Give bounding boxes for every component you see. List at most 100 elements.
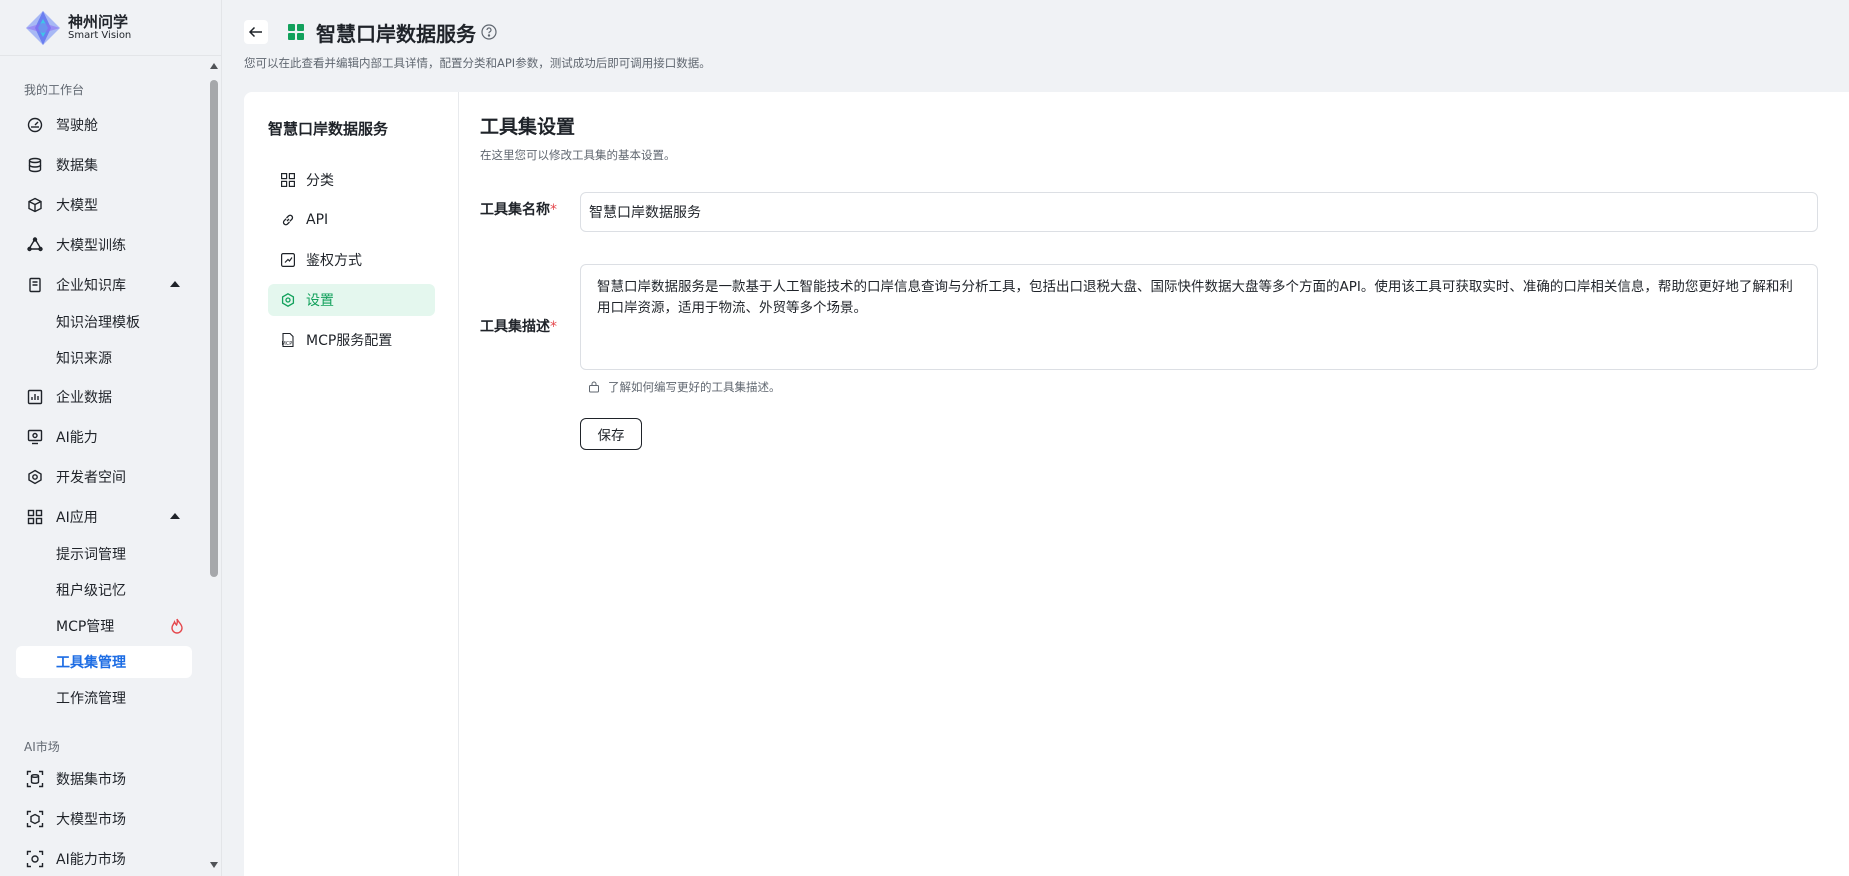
sidebar-item-toolset-management[interactable]: 工具集管理 xyxy=(16,646,192,678)
save-button[interactable]: 保存 xyxy=(580,418,642,450)
toolset-menu: 智慧口岸数据服务 分类 API 鉴权方式 设置 MCP MCP服务配置 xyxy=(244,92,459,876)
sidebar-item-dataset-market[interactable]: 数据集市场 xyxy=(16,763,192,795)
sidebar-item-label: 企业知识库 xyxy=(56,278,126,294)
sidebar-item-label: AI能力 xyxy=(56,430,98,446)
sidebar-item-model-training[interactable]: 大模型训练 xyxy=(16,229,192,261)
brand-subtitle: Smart Vision xyxy=(68,30,132,42)
section-label-market: AI市场 xyxy=(24,740,60,754)
sidebar-item-model-market[interactable]: 大模型市场 xyxy=(16,803,192,835)
sidebar-nav: 我的工作台 驾驶舱 数据集 大模型 大模型训练 企业知识库 知识治理模板 知识来… xyxy=(0,57,206,876)
section-label-workspace: 我的工作台 xyxy=(24,83,85,97)
required-mark: * xyxy=(550,202,557,218)
sidebar-item-label: 提示词管理 xyxy=(56,547,126,563)
fire-icon xyxy=(170,618,184,638)
help-icon[interactable] xyxy=(481,24,497,40)
sidebar-item-tenant-memory[interactable]: 租户级记忆 xyxy=(16,574,192,606)
sidebar-item-label: 数据集市场 xyxy=(56,772,126,788)
ability-market-icon xyxy=(26,850,44,868)
scroll-down-arrow-icon[interactable] xyxy=(210,862,218,868)
lightbulb-icon xyxy=(588,381,600,393)
dataset-market-icon xyxy=(26,770,44,788)
page-title: 智慧口岸数据服务 xyxy=(316,22,476,46)
ai-ability-icon xyxy=(26,428,44,446)
sidebar-item-label: 大模型训练 xyxy=(56,238,126,254)
sidebar-item-label: 大模型市场 xyxy=(56,812,126,828)
sidebar-item-datasets[interactable]: 数据集 xyxy=(16,149,192,181)
sidebar-item-mcp-management[interactable]: MCP管理 xyxy=(16,610,192,642)
tab-api[interactable]: API xyxy=(268,204,435,236)
sidebar-item-ai-ability[interactable]: AI能力 xyxy=(16,421,192,453)
tab-label: 鉴权方式 xyxy=(306,253,362,269)
sidebar-item-label: 开发者空间 xyxy=(56,470,126,486)
sidebar-item-dashboard[interactable]: 驾驶舱 xyxy=(16,109,192,141)
svg-text:MCP: MCP xyxy=(282,341,293,347)
sidebar-item-label: 租户级记忆 xyxy=(56,583,126,599)
brand-title: 神州问学 xyxy=(68,12,129,31)
description-hint-link[interactable]: 了解如何编写更好的工具集描述。 xyxy=(588,379,781,395)
model-market-icon xyxy=(26,810,44,828)
back-button[interactable] xyxy=(244,20,268,44)
knowledge-icon xyxy=(26,276,44,294)
settings-subtitle: 在这里您可以修改工具集的基本设置。 xyxy=(480,148,676,162)
toolset-grid-icon xyxy=(288,24,304,40)
sidebar-item-ability-market[interactable]: AI能力市场 xyxy=(16,843,192,875)
description-label: 工具集描述* xyxy=(480,319,557,335)
training-icon xyxy=(26,236,44,254)
page-subtitle: 您可以在此查看并编辑内部工具详情，配置分类和API参数，测试成功后即可调用接口数… xyxy=(244,56,711,70)
sidebar-item-label: 大模型 xyxy=(56,198,98,214)
tab-settings[interactable]: 设置 xyxy=(268,284,435,316)
tab-label: 设置 xyxy=(306,293,334,309)
sidebar-item-label: 知识治理模板 xyxy=(56,315,140,331)
sidebar-item-enterprise-data[interactable]: 企业数据 xyxy=(16,381,192,413)
arrow-left-icon xyxy=(248,26,262,38)
auth-icon xyxy=(280,252,296,268)
sidebar-item-label: AI能力市场 xyxy=(56,852,126,868)
sidebar-item-label: 数据集 xyxy=(56,158,98,174)
sidebar-item-knowledge-base[interactable]: 企业知识库 xyxy=(16,269,192,301)
name-label: 工具集名称* xyxy=(480,202,557,218)
sidebar-item-workflow-management[interactable]: 工作流管理 xyxy=(16,682,192,714)
logo-icon xyxy=(24,9,62,47)
sidebar-item-models[interactable]: 大模型 xyxy=(16,189,192,221)
sidebar-scrollbar[interactable] xyxy=(206,57,221,876)
chart-icon xyxy=(26,388,44,406)
apps-grid-icon xyxy=(26,508,44,526)
tab-label: 分类 xyxy=(306,173,334,189)
sidebar-item-label: 企业数据 xyxy=(56,390,112,406)
sidebar: 神州问学 Smart Vision 我的工作台 驾驶舱 数据集 大模型 大模型训… xyxy=(0,0,222,876)
hint-text: 了解如何编写更好的工具集描述。 xyxy=(608,380,781,394)
chevron-up-icon[interactable] xyxy=(170,513,180,519)
sidebar-item-knowledge-template[interactable]: 知识治理模板 xyxy=(16,306,192,338)
brand-logo[interactable]: 神州问学 Smart Vision xyxy=(0,0,221,56)
toolset-name-input[interactable]: 智慧口岸数据服务 xyxy=(580,192,1818,232)
sidebar-item-knowledge-source[interactable]: 知识来源 xyxy=(16,342,192,374)
settings-icon xyxy=(280,292,296,308)
tab-label: API xyxy=(306,212,329,228)
settings-title: 工具集设置 xyxy=(480,116,576,138)
tab-auth[interactable]: 鉴权方式 xyxy=(268,244,435,276)
toolset-card: 智慧口岸数据服务 分类 API 鉴权方式 设置 MCP MCP服务配置 工具集设… xyxy=(244,92,1849,876)
sidebar-item-prompt-management[interactable]: 提示词管理 xyxy=(16,538,192,570)
database-icon xyxy=(26,156,44,174)
toolset-menu-title: 智慧口岸数据服务 xyxy=(268,120,389,138)
sidebar-item-developer-space[interactable]: 开发者空间 xyxy=(16,461,192,493)
tab-category[interactable]: 分类 xyxy=(268,164,435,196)
cube-icon xyxy=(26,196,44,214)
toolset-description-textarea[interactable]: 智慧口岸数据服务是一款基于人工智能技术的口岸信息查询与分析工具，包括出口退税大盘… xyxy=(580,264,1818,370)
dashboard-icon xyxy=(26,116,44,134)
scroll-up-arrow-icon[interactable] xyxy=(210,63,218,69)
scrollbar-thumb[interactable] xyxy=(210,80,218,577)
sidebar-item-label: 工作流管理 xyxy=(56,691,126,707)
link-icon xyxy=(280,212,296,228)
developer-icon xyxy=(26,468,44,486)
sidebar-item-ai-apps[interactable]: AI应用 xyxy=(16,501,192,533)
tab-label: MCP服务配置 xyxy=(306,333,393,349)
chevron-up-icon[interactable] xyxy=(170,281,180,287)
mcp-icon: MCP xyxy=(280,332,296,348)
sidebar-item-label: 知识来源 xyxy=(56,351,112,367)
tab-mcp-config[interactable]: MCP MCP服务配置 xyxy=(268,324,435,356)
required-mark: * xyxy=(550,319,557,335)
sidebar-item-label: 驾驶舱 xyxy=(56,118,98,134)
sidebar-item-label: MCP管理 xyxy=(56,619,115,635)
sidebar-item-label: AI应用 xyxy=(56,510,98,526)
